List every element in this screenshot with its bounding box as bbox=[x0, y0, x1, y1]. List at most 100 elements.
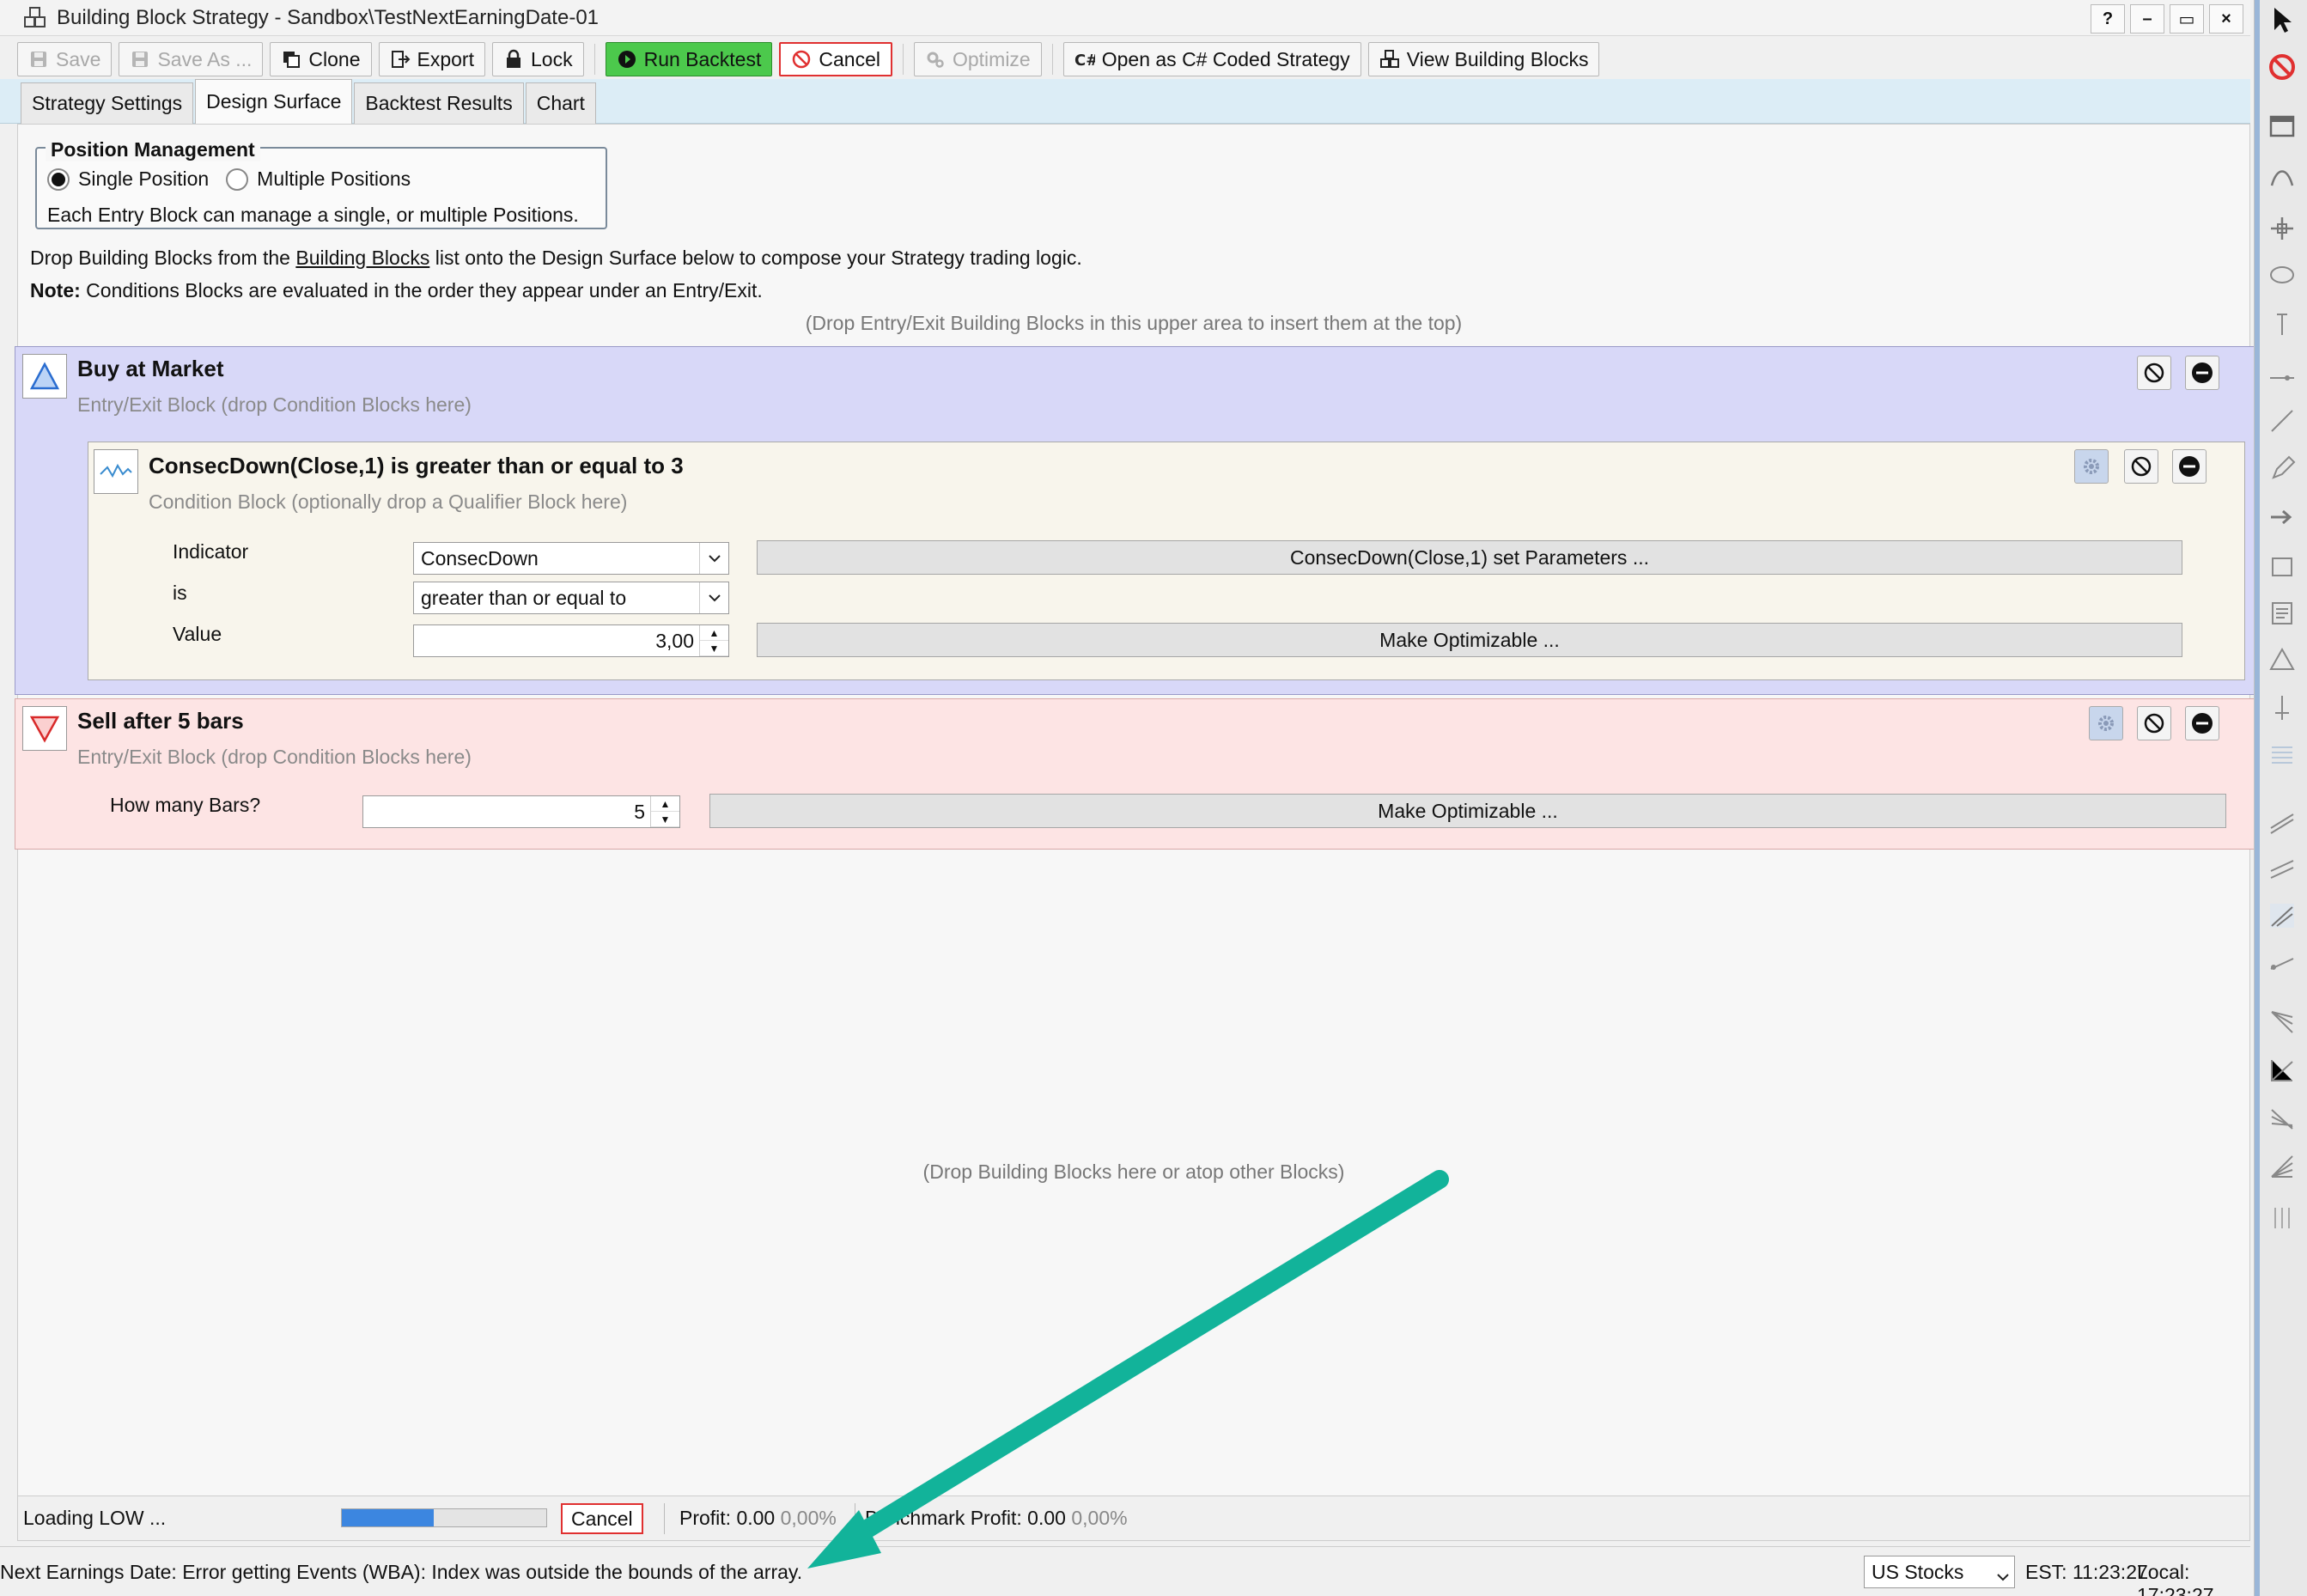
pitchfork-icon[interactable] bbox=[2265, 899, 2299, 933]
is-label: is bbox=[173, 582, 187, 604]
value-stepper[interactable]: 3,00 ▲ ▼ bbox=[413, 624, 729, 657]
fibonacci-icon[interactable] bbox=[2265, 737, 2299, 771]
loading-cancel-button[interactable]: Cancel bbox=[561, 1503, 643, 1534]
close-button[interactable]: × bbox=[2209, 4, 2243, 34]
value-stepper-value: 3,00 bbox=[655, 630, 694, 652]
market-select-value: US Stocks bbox=[1872, 1560, 1964, 1583]
disable-sell-block-button[interactable] bbox=[2137, 706, 2171, 740]
lock-button[interactable]: Lock bbox=[491, 42, 584, 76]
disable-block-button[interactable] bbox=[2137, 356, 2171, 390]
disable-condition-button[interactable] bbox=[2124, 449, 2158, 484]
tab-design-surface[interactable]: Design Surface bbox=[195, 79, 353, 124]
triangle-up-icon bbox=[22, 354, 67, 399]
stepper-down-icon[interactable]: ▼ bbox=[700, 641, 728, 656]
triangle-down-icon bbox=[22, 706, 67, 751]
multiple-positions-radio[interactable] bbox=[226, 168, 249, 191]
remove-sell-block-button[interactable] bbox=[2185, 706, 2219, 740]
help-button[interactable]: ? bbox=[2091, 4, 2125, 34]
condition-subtitle: Condition Block (optionally drop a Quali… bbox=[149, 490, 628, 513]
gears-icon bbox=[927, 52, 944, 68]
speed-lines-icon[interactable] bbox=[2265, 1053, 2299, 1087]
buy-at-market-block[interactable]: Buy at Market Entry/Exit Block (drop Con… bbox=[15, 346, 2256, 695]
indicator-select-value: ConsecDown bbox=[421, 546, 539, 570]
optimize-label: Optimize bbox=[952, 47, 1031, 70]
no-drawing-icon[interactable] bbox=[2265, 50, 2299, 84]
top-drop-hint: (Drop Entry/Exit Building Blocks in this… bbox=[805, 312, 1463, 334]
market-select[interactable]: US Stocks bbox=[1864, 1556, 2015, 1588]
fan-lines-icon[interactable] bbox=[2265, 1149, 2299, 1184]
optimize-button[interactable]: Optimize bbox=[913, 42, 1042, 76]
regression-channel-icon[interactable] bbox=[2265, 1101, 2299, 1136]
stepper-up-icon[interactable]: ▲ bbox=[700, 625, 728, 641]
stepper-up-icon[interactable]: ▲ bbox=[651, 796, 679, 812]
sell-make-optimizable-button[interactable]: Make Optimizable ... bbox=[709, 794, 2226, 828]
tab-backtest-results[interactable]: Backtest Results bbox=[354, 82, 524, 124]
maximize-button[interactable]: ▭ bbox=[2170, 4, 2204, 34]
toolbar-separator bbox=[1051, 44, 1053, 75]
comparison-select[interactable]: greater than or equal to bbox=[413, 582, 729, 614]
benchmark-percent: 0,00% bbox=[1071, 1507, 1128, 1529]
triangle-tool-icon[interactable] bbox=[2265, 643, 2299, 677]
cycle-lines-icon[interactable] bbox=[2265, 1201, 2299, 1235]
floppy-disk-icon bbox=[132, 52, 149, 67]
crosshair-icon[interactable] bbox=[2265, 691, 2299, 725]
trend-line-icon[interactable] bbox=[2265, 404, 2299, 438]
pencil-icon[interactable] bbox=[2265, 452, 2299, 486]
clone-icon bbox=[283, 52, 301, 68]
condition-settings-button[interactable] bbox=[2074, 449, 2109, 484]
design-surface[interactable]: Position Management Single Position Mult… bbox=[15, 124, 2256, 1496]
horizontal-line-icon[interactable] bbox=[2265, 361, 2299, 395]
save-as-button[interactable]: Save As ... bbox=[119, 42, 264, 76]
single-position-label[interactable]: Single Position bbox=[78, 168, 209, 191]
open-csharp-button[interactable]: C# Open as C# Coded Strategy bbox=[1062, 42, 1361, 76]
tab-chart[interactable]: Chart bbox=[525, 82, 596, 124]
bars-stepper-value: 5 bbox=[634, 801, 645, 823]
csharp-icon: C# bbox=[1074, 52, 1095, 70]
remove-block-button[interactable] bbox=[2185, 356, 2219, 390]
minimize-button[interactable]: – bbox=[2130, 4, 2164, 34]
sell-settings-button[interactable] bbox=[2089, 706, 2123, 740]
run-backtest-button[interactable]: Run Backtest bbox=[605, 42, 773, 76]
tab-strategy-settings[interactable]: Strategy Settings bbox=[21, 82, 194, 124]
parallel-lines-icon[interactable] bbox=[2265, 852, 2299, 886]
curve-tool-icon[interactable] bbox=[2265, 160, 2299, 194]
consecdown-condition-block[interactable]: ConsecDown(Close,1) is greater than or e… bbox=[88, 442, 2245, 680]
gann-fan-icon[interactable] bbox=[2265, 1005, 2299, 1039]
open-csharp-label: Open as C# Coded Strategy bbox=[1101, 47, 1350, 70]
ray-tool-icon[interactable] bbox=[2265, 945, 2299, 979]
cancel-button[interactable]: Cancel bbox=[779, 42, 892, 76]
save-button[interactable]: Save bbox=[17, 42, 113, 76]
sell-after-bars-block[interactable]: Sell after 5 bars Entry/Exit Block (drop… bbox=[15, 698, 2256, 850]
remove-condition-button[interactable] bbox=[2172, 449, 2207, 484]
position-management-description: Each Entry Block can manage a single, or… bbox=[47, 204, 579, 226]
make-optimizable-button[interactable]: Make Optimizable ... bbox=[757, 623, 2182, 657]
loading-text: Loading LOW ... bbox=[23, 1507, 167, 1529]
clone-label: Clone bbox=[308, 47, 361, 70]
single-position-radio[interactable] bbox=[47, 168, 70, 191]
text-note-icon[interactable] bbox=[2265, 596, 2299, 630]
view-building-blocks-button[interactable]: View Building Blocks bbox=[1367, 42, 1600, 76]
multiple-positions-label[interactable]: Multiple Positions bbox=[257, 168, 411, 191]
move-icon[interactable] bbox=[2265, 211, 2299, 246]
indicator-select[interactable]: ConsecDown bbox=[413, 542, 729, 575]
arrow-right-icon[interactable] bbox=[2265, 500, 2299, 534]
condition-title: ConsecDown(Close,1) is greater than or e… bbox=[149, 453, 684, 478]
minus-circle-icon bbox=[2179, 456, 2200, 477]
stepper-down-icon[interactable]: ▼ bbox=[651, 812, 679, 827]
export-button[interactable]: Export bbox=[378, 42, 485, 76]
ellipse-tool-icon[interactable] bbox=[2265, 259, 2299, 294]
bottom-drop-hint: (Drop Building Blocks here or atop other… bbox=[922, 1160, 1345, 1183]
panel-border bbox=[2255, 0, 2260, 1596]
intro-text: Drop Building Blocks from the Building B… bbox=[30, 247, 1082, 270]
channel-tool-icon[interactable] bbox=[2265, 804, 2299, 838]
vertical-line-icon[interactable] bbox=[2265, 308, 2299, 342]
minus-circle-icon bbox=[2192, 362, 2213, 383]
pointer-icon[interactable] bbox=[2265, 3, 2299, 38]
clone-button[interactable]: Clone bbox=[270, 42, 372, 76]
rectangle-tool-icon[interactable] bbox=[2265, 550, 2299, 584]
bars-stepper[interactable]: 5 ▲ ▼ bbox=[362, 795, 680, 828]
building-blocks-link[interactable]: Building Blocks bbox=[295, 247, 429, 269]
value-label: Value bbox=[173, 623, 222, 645]
calendar-icon[interactable] bbox=[2265, 108, 2299, 143]
set-parameters-button[interactable]: ConsecDown(Close,1) set Parameters ... bbox=[757, 540, 2182, 575]
